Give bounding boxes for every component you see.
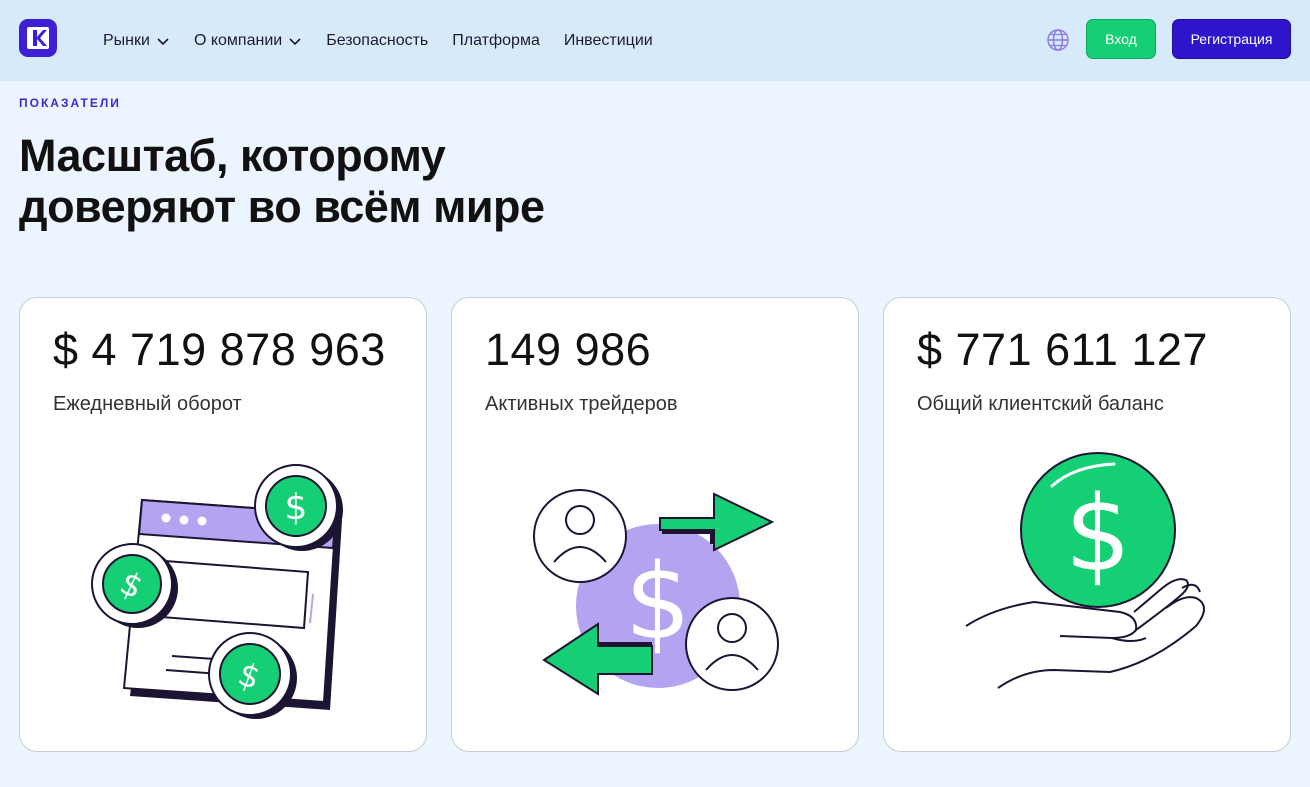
nav-item-platform[interactable]: Платформа [452, 32, 540, 50]
nav-item-label: Инвестиции [563, 31, 653, 49]
section-title: Масштаб, которому доверяют во всём мире [19, 130, 659, 232]
svg-text:$: $ [1065, 473, 1131, 595]
chevron-down-icon [289, 37, 301, 45]
stat-value: $ 4 719 878 963 [53, 324, 386, 375]
section-title-line: доверяют во всём мире [19, 181, 545, 232]
stat-label: Ежедневный оборот [53, 393, 242, 415]
nav-item-markets[interactable]: Рынки [103, 32, 170, 50]
register-button[interactable]: Регистрация [1172, 19, 1291, 59]
globe-icon[interactable] [1046, 28, 1070, 52]
section-eyebrow: ПОКАЗАТЕЛИ [19, 96, 121, 110]
nav-item-investments[interactable]: Инвестиции [564, 32, 653, 50]
main-nav: Рынки О компании Безопасность Платформа … [103, 0, 653, 81]
svg-text:$: $ [285, 487, 308, 528]
site-header: Рынки О компании Безопасность Платформа … [0, 0, 1310, 81]
stat-value: 149 986 [485, 324, 652, 375]
traders-exchange-illustration: $ [533, 489, 779, 696]
section-title-line: Масштаб, которому [19, 130, 446, 181]
nav-item-label: Безопасность [326, 31, 429, 49]
stat-label: Активных трейдеров [485, 393, 678, 415]
stat-label: Общий клиентский баланс [917, 393, 1164, 415]
coins-browser-illustration: $ $ $ [91, 464, 343, 719]
brand-logo[interactable] [19, 19, 57, 57]
logo-icon [27, 27, 49, 49]
nav-item-label: Рынки [103, 31, 150, 49]
nav-item-security[interactable]: Безопасность [326, 32, 428, 50]
nav-item-label: О компании [193, 31, 283, 49]
nav-item-about[interactable]: О компании [194, 32, 302, 50]
chevron-down-icon [157, 37, 169, 45]
stat-card-balance: $ 771 611 127 Общий клиентский баланс $ [883, 297, 1291, 752]
login-button[interactable]: Вход [1086, 19, 1156, 59]
stat-card-turnover: $ 4 719 878 963 Ежедневный оборот $ $ $ [19, 297, 427, 752]
hand-coin-illustration: $ [965, 452, 1205, 689]
nav-item-label: Платформа [452, 31, 540, 49]
stat-value: $ 771 611 127 [917, 324, 1208, 375]
stat-card-traders: 149 986 Активных трейдеров $ [451, 297, 859, 752]
